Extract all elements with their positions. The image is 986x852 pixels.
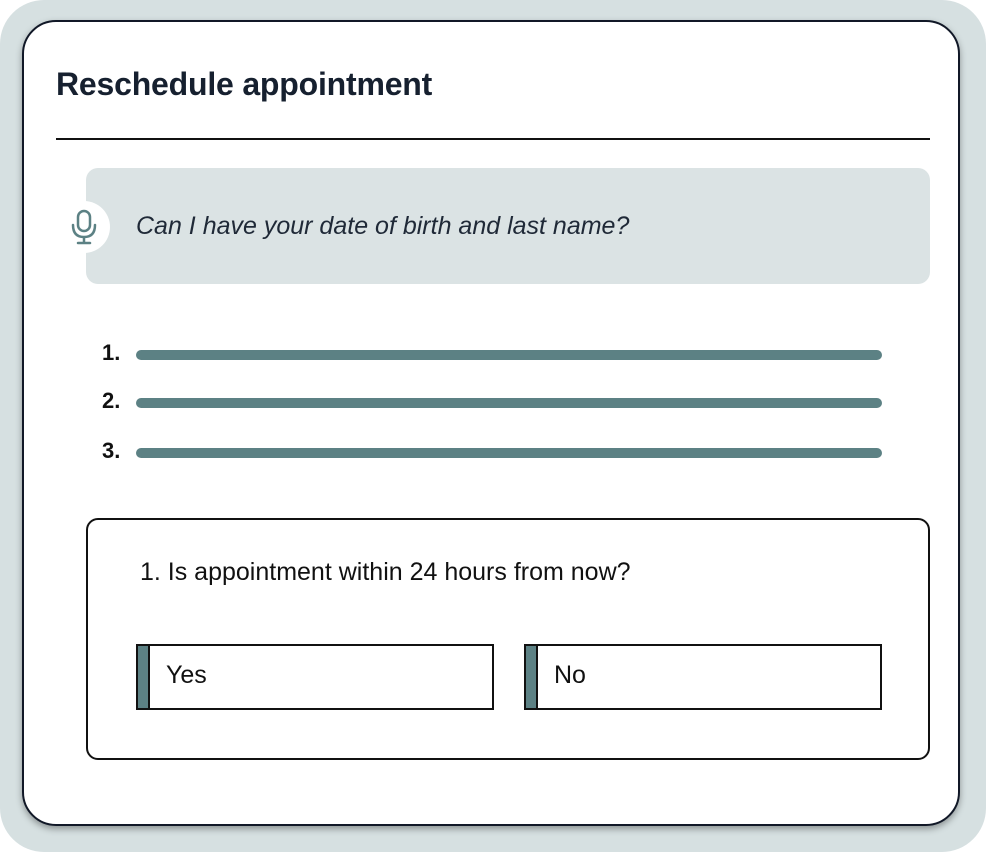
- no-button-accent: [526, 646, 538, 708]
- list-item: 2.: [102, 388, 882, 418]
- list-item: 3.: [102, 438, 882, 468]
- page-title: Reschedule appointment: [56, 66, 433, 102]
- microphone-icon-glyph: [71, 209, 97, 245]
- yes-button-label: Yes: [166, 661, 207, 689]
- list-item-number: 2.: [102, 388, 121, 413]
- reschedule-card: Reschedule appointment Can I have your d…: [22, 20, 960, 826]
- microphone-icon: [58, 201, 110, 253]
- no-button-label: No: [554, 661, 586, 689]
- no-button[interactable]: No: [524, 644, 882, 710]
- list-item-placeholder-bar: [136, 350, 882, 360]
- list-item-number: 1.: [102, 340, 121, 365]
- question-text: 1. Is appointment within 24 hours from n…: [140, 558, 631, 586]
- list-item-number: 3.: [102, 438, 121, 463]
- list-item: 1.: [102, 340, 882, 370]
- list-item-placeholder-bar: [136, 448, 882, 458]
- list-item-placeholder-bar: [136, 398, 882, 408]
- title-divider: [56, 138, 930, 140]
- question-box: [86, 518, 930, 760]
- voice-prompt-text: Can I have your date of birth and last n…: [136, 212, 630, 240]
- yes-button[interactable]: Yes: [136, 644, 494, 710]
- yes-button-accent: [138, 646, 150, 708]
